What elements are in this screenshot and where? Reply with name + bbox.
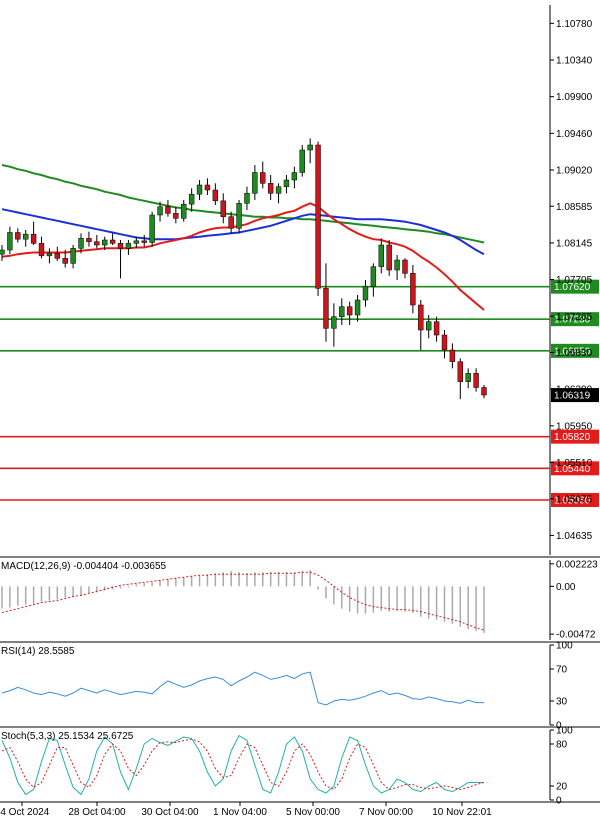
price-tick-label: 1.10340 <box>556 56 593 67</box>
rsi-tick-label: 100 <box>556 641 573 652</box>
candle-body <box>410 273 416 306</box>
candle-body <box>418 304 424 331</box>
price-tick-label: 1.07705 <box>556 275 593 286</box>
candle-body <box>62 258 68 264</box>
trading-chart: 1.076201.072301.068501.058201.054401.050… <box>0 0 600 821</box>
time-tick-label: 10 Nov 22:01 <box>432 807 492 818</box>
price-tick-label: 1.05950 <box>556 421 593 432</box>
price-tick-label: 1.05075 <box>556 494 593 505</box>
candle-body <box>181 203 187 219</box>
candle-body <box>481 387 487 396</box>
candle-body <box>0 249 5 255</box>
price-tick-label: 1.09900 <box>556 92 593 103</box>
candle-body <box>362 286 369 301</box>
candle-body <box>46 253 53 257</box>
candle-body <box>315 144 321 289</box>
time-tick-label: 5 Nov 00:00 <box>286 807 340 818</box>
candle-body <box>70 248 76 264</box>
candle-body <box>109 239 116 244</box>
candle-body <box>173 213 179 219</box>
candle-body <box>38 243 45 257</box>
price-tick-label: 1.10780 <box>556 19 593 30</box>
price-tick-label: 1.09020 <box>556 166 593 177</box>
candle-body <box>433 321 440 336</box>
macd-tick-label: -0.00472 <box>556 630 596 641</box>
candle-body <box>370 266 377 287</box>
price-tick-label: 1.08145 <box>556 238 593 249</box>
candle-body <box>157 206 163 216</box>
level-price-label: 1.05820 <box>554 432 591 443</box>
candle-body <box>23 233 29 240</box>
candle-body <box>473 373 479 388</box>
time-tick-label: 24 Oct 2024 <box>0 807 50 818</box>
candle-body <box>299 149 305 173</box>
candle-body <box>283 179 290 187</box>
candle-body <box>141 240 147 243</box>
candle-body <box>165 206 171 214</box>
candle-body <box>133 240 140 244</box>
candle-body <box>394 259 400 271</box>
candle-body <box>117 243 124 249</box>
candle-body <box>386 244 392 271</box>
candle-body <box>267 183 274 194</box>
candle-body <box>378 244 384 267</box>
candle-body <box>275 186 282 194</box>
candle-body <box>331 316 337 329</box>
macd-tick-label: 0.002223 <box>556 559 598 570</box>
price-tick-label: 1.05510 <box>556 458 593 469</box>
candle-body <box>465 373 471 382</box>
candle-body <box>346 306 353 316</box>
stoch-tick-label: 20 <box>556 782 568 793</box>
candle-body <box>102 239 108 246</box>
candle-body <box>291 172 298 181</box>
candle-body <box>15 232 21 240</box>
candle-body <box>30 233 37 244</box>
price-tick-label: 1.06830 <box>556 348 593 359</box>
candle-body <box>339 306 345 317</box>
stoch-tick-label: 0 <box>556 796 562 807</box>
candle-body <box>212 189 219 202</box>
candle-body <box>7 232 13 251</box>
candle-body <box>54 253 61 259</box>
rsi-tick-label: 30 <box>556 697 568 708</box>
rsi-label: RSI(14) 28.5585 <box>1 646 75 657</box>
candle-body <box>441 334 448 351</box>
candle-body <box>252 172 258 194</box>
candle-body <box>307 144 313 151</box>
rsi-tick-label: 70 <box>556 665 568 676</box>
candle-body <box>425 321 432 331</box>
candle-body <box>323 288 329 329</box>
candle-body <box>402 259 408 274</box>
candle-body <box>94 241 100 246</box>
price-tick-label: 1.09460 <box>556 129 593 140</box>
price-tick-label: 1.06390 <box>556 385 593 396</box>
candle-body <box>78 238 84 249</box>
candle-body <box>449 349 456 362</box>
time-tick-label: 7 Nov 00:00 <box>359 807 413 818</box>
price-tick-label: 1.04635 <box>556 531 593 542</box>
stoch-label: Stoch(5,3,3) 25.1534 25.6725 <box>1 731 134 742</box>
candle-body <box>196 184 203 195</box>
time-tick-label: 28 Oct 04:00 <box>68 807 126 818</box>
candle-body <box>228 216 234 229</box>
macd-tick-label: 0.00 <box>556 582 576 593</box>
stoch-tick-label: 80 <box>556 740 568 751</box>
time-tick-label: 1 Nov 04:00 <box>213 807 267 818</box>
candle-body <box>236 203 242 229</box>
candle-body <box>149 214 155 243</box>
stoch-tick-label: 100 <box>556 726 573 737</box>
candle-body <box>188 193 195 205</box>
price-tick-label: 1.07265 <box>556 312 593 323</box>
candle-body <box>204 184 211 191</box>
candle-body <box>354 299 361 316</box>
candle-body <box>244 193 250 204</box>
price-tick-label: 1.08585 <box>556 202 593 213</box>
candle-body <box>125 243 132 249</box>
candle-body <box>86 238 92 242</box>
candle-body <box>457 361 463 382</box>
candle-body <box>260 172 266 184</box>
time-tick-label: 30 Oct 04:00 <box>141 807 199 818</box>
candle-body <box>220 200 226 217</box>
macd-label: MACD(12,26,9) -0.004404 -0.003655 <box>1 561 167 572</box>
